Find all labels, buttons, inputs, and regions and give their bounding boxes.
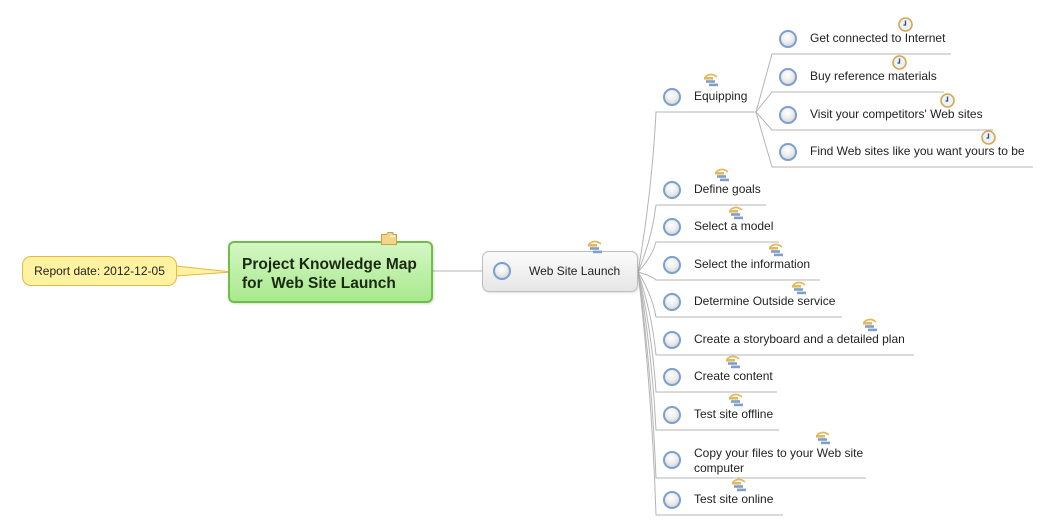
connector-select-the-information [637,271,820,281]
task-status-circle[interactable] [663,451,681,469]
topic-label: Create a storyboard and a detailed plan [694,332,905,346]
task-tree-icon[interactable] [703,73,719,88]
main-topic-label: Web Site Launch [529,264,621,278]
topic-label: Copy your files to your Web site compute… [694,446,864,475]
task-tree-icon[interactable] [587,240,603,255]
task-status-circle[interactable] [779,30,797,48]
task-tree-icon[interactable] [791,281,807,296]
topic-label: Create content [694,369,773,383]
root-topic[interactable]: Project Knowledge Map for Web Site Launc… [228,241,433,303]
topic-label: Visit your competitors' Web sites [810,107,983,121]
topic-label: Find Web sites like you want yours to be [810,144,1025,158]
topic-label: Equipping [694,89,748,103]
task-tree-icon[interactable] [714,168,730,183]
callout-pointer [176,265,232,277]
root-topic-title: Project Knowledge Map for Web Site Launc… [242,256,417,292]
task-status-circle[interactable] [663,256,681,274]
topic-label: Buy reference materials [810,69,937,83]
topic-label: Determine Outside service [694,294,836,308]
clock-icon[interactable] [981,130,996,145]
task-tree-icon[interactable] [728,393,744,408]
task-status-circle[interactable] [663,368,681,386]
folder-icon[interactable] [381,232,397,245]
task-status-circle[interactable] [779,143,797,161]
task-tree-icon[interactable] [862,318,878,333]
task-tree-icon[interactable] [725,355,741,370]
report-date-callout[interactable]: Report date: 2012-12-05 [22,256,177,286]
task-status-circle[interactable] [663,331,681,349]
clock-icon[interactable] [940,93,955,108]
task-status-circle[interactable] [663,218,681,236]
topic-label: Test site offline [694,407,774,421]
task-status-circle[interactable] [663,88,681,106]
topic-label: Select the information [694,257,811,271]
topic-label: Select a model [694,219,774,233]
task-status-circle[interactable] [663,491,681,509]
task-status-circle[interactable] [493,262,511,280]
task-tree-icon[interactable] [815,431,831,446]
task-status-circle[interactable] [663,293,681,311]
task-status-circle[interactable] [779,106,797,124]
topic-label: Define goals [694,182,761,196]
clock-icon[interactable] [898,17,913,32]
task-tree-icon[interactable] [768,243,784,258]
report-date-text: Report date: 2012-12-05 [34,264,165,278]
topic-label: Test site online [694,492,774,506]
task-tree-icon[interactable] [731,478,747,493]
main-topic-web-site-launch[interactable]: Web Site Launch [482,251,638,292]
task-status-circle[interactable] [663,406,681,424]
clock-icon[interactable] [892,55,907,70]
task-tree-icon[interactable] [728,206,744,221]
topic-label: Get connected to Internet [810,31,946,45]
task-status-circle[interactable] [663,181,681,199]
task-status-circle[interactable] [779,68,797,86]
